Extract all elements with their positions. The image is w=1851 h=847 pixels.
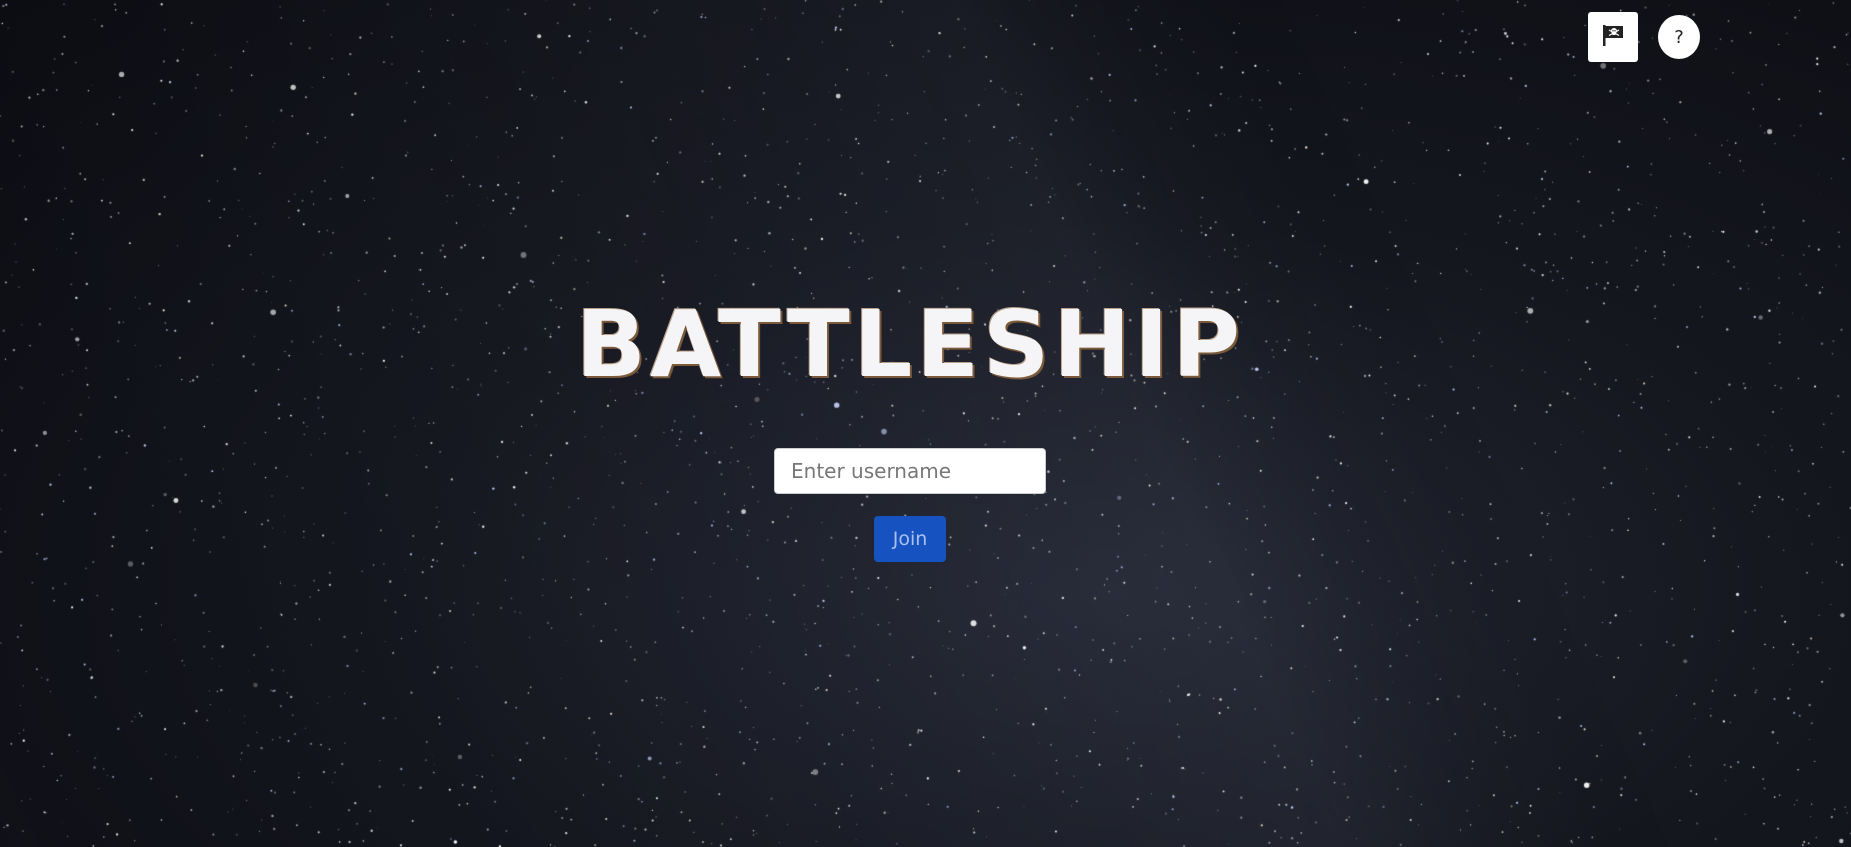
login-panel: BATTLESHIP Join	[0, 0, 1851, 847]
top-toolbar: ?	[1588, 12, 1700, 62]
page-title: BATTLESHIP	[575, 291, 1245, 398]
help-label: ?	[1674, 26, 1684, 48]
username-input[interactable]	[774, 448, 1046, 494]
pirate-flag-button[interactable]	[1588, 12, 1638, 62]
help-button[interactable]: ?	[1658, 15, 1700, 59]
starfield-background	[0, 0, 1851, 847]
join-button[interactable]: Join	[874, 516, 946, 562]
pirate-flag-icon	[1600, 23, 1626, 51]
